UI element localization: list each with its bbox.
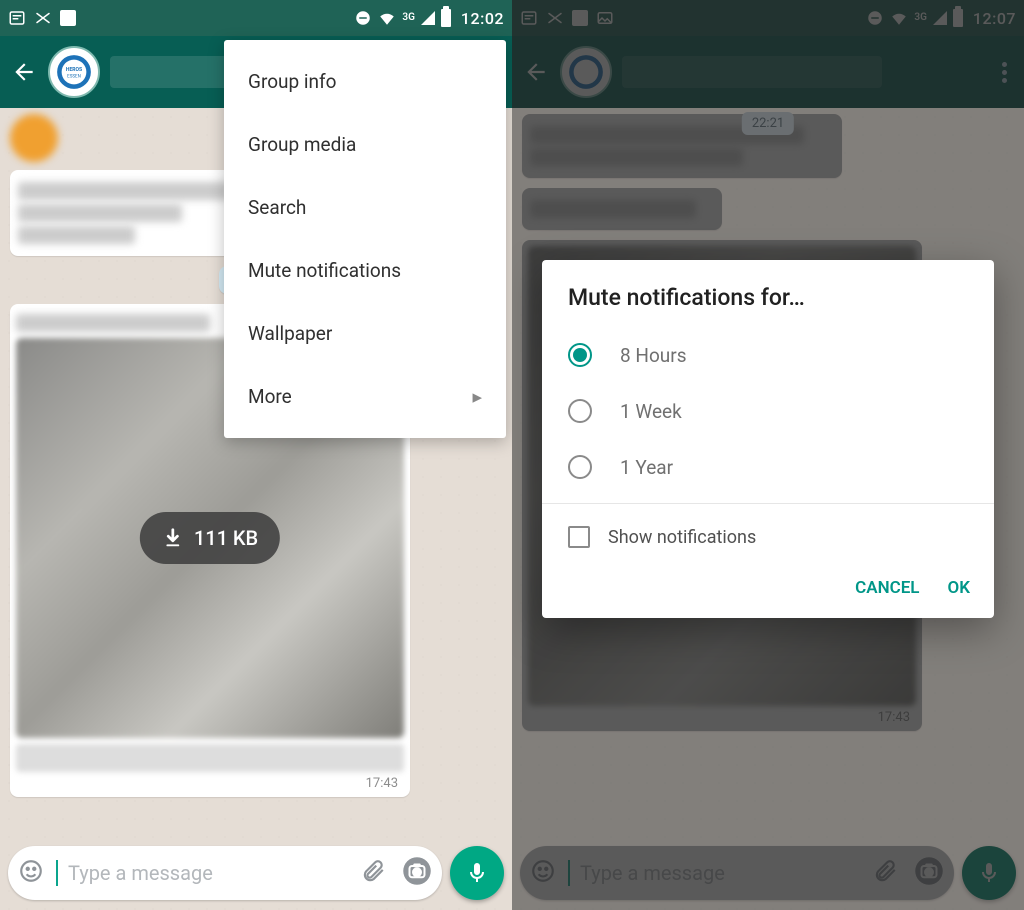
option-label: 1 Week bbox=[620, 400, 682, 423]
chevron-right-icon: ▸ bbox=[472, 385, 482, 408]
wifi-icon bbox=[378, 9, 396, 27]
back-button[interactable] bbox=[10, 58, 38, 86]
attach-icon[interactable] bbox=[360, 858, 386, 888]
text-cursor bbox=[56, 860, 58, 886]
download-size: 111 KB bbox=[194, 526, 258, 550]
svg-text:HEROS: HEROS bbox=[66, 67, 82, 73]
voice-button[interactable] bbox=[450, 846, 504, 900]
radio-icon bbox=[568, 343, 592, 367]
dialog-title: Mute notifications for… bbox=[542, 284, 994, 327]
message-avatar bbox=[10, 114, 58, 162]
phone-left: 3G 12:02 HEROSESSEN JANUA bbox=[0, 0, 512, 910]
mute-dialog: Mute notifications for… 8 Hours 1 Week 1… bbox=[542, 260, 994, 618]
cancel-button[interactable]: CANCEL bbox=[855, 578, 919, 598]
show-notifications-checkbox[interactable]: Show notifications bbox=[542, 512, 994, 562]
menu-more[interactable]: More ▸ bbox=[224, 365, 506, 428]
mute-option-8hours[interactable]: 8 Hours bbox=[542, 327, 994, 383]
mute-option-1week[interactable]: 1 Week bbox=[542, 383, 994, 439]
menu-group-media[interactable]: Group media bbox=[224, 113, 506, 176]
dnd-icon bbox=[354, 9, 372, 27]
checkbox-label: Show notifications bbox=[608, 527, 756, 548]
option-label: 8 Hours bbox=[620, 344, 687, 367]
menu-wallpaper[interactable]: Wallpaper bbox=[224, 302, 506, 365]
mute-option-1year[interactable]: 1 Year bbox=[542, 439, 994, 495]
message-input[interactable]: Type a message bbox=[8, 846, 442, 900]
ok-button[interactable]: OK bbox=[948, 578, 971, 598]
statusbar-icon bbox=[34, 9, 52, 27]
camera-icon[interactable] bbox=[402, 856, 432, 890]
menu-search[interactable]: Search bbox=[224, 176, 506, 239]
network-label: 3G bbox=[402, 13, 415, 23]
status-bar: 3G 12:02 bbox=[0, 0, 512, 36]
message-bubble[interactable] bbox=[10, 170, 260, 256]
phone-right: 3G 12:07 22:21 17: bbox=[512, 0, 1024, 910]
download-button[interactable]: 111 KB bbox=[140, 512, 280, 564]
overflow-menu: Group info Group media Search Mute notif… bbox=[224, 40, 506, 438]
emoji-icon[interactable] bbox=[18, 858, 44, 888]
option-label: 1 Year bbox=[620, 456, 673, 479]
radio-icon bbox=[568, 399, 592, 423]
input-placeholder: Type a message bbox=[68, 861, 213, 885]
statusbar-icon bbox=[60, 10, 76, 26]
svg-text:ESSEN: ESSEN bbox=[67, 74, 81, 80]
statusbar-icon bbox=[8, 9, 26, 27]
battery-icon bbox=[441, 9, 451, 27]
input-bar: Type a message bbox=[8, 846, 504, 900]
menu-mute-notifications[interactable]: Mute notifications bbox=[224, 239, 506, 302]
radio-icon bbox=[568, 455, 592, 479]
signal-icon bbox=[421, 11, 435, 25]
menu-group-info[interactable]: Group info bbox=[224, 50, 506, 113]
divider bbox=[542, 503, 994, 504]
clock: 12:02 bbox=[461, 9, 504, 28]
group-avatar[interactable]: HEROSESSEN bbox=[48, 46, 100, 98]
message-time: 17:43 bbox=[366, 776, 398, 791]
checkbox-icon bbox=[568, 526, 590, 548]
